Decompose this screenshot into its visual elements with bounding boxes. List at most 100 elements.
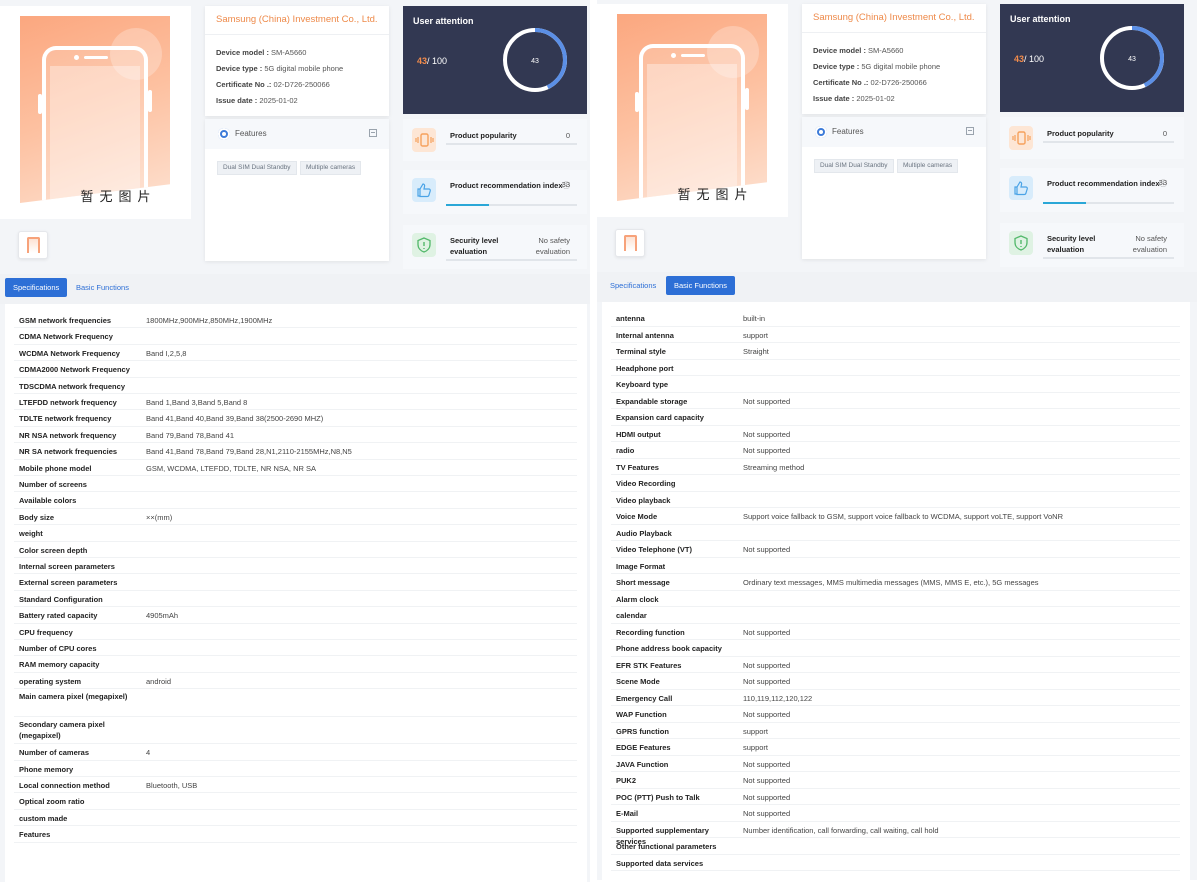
device-model-row: Device model : SM-A5660 (216, 48, 306, 57)
metric-bar (1043, 202, 1174, 204)
metric-recommendation-index: Product recommendation indexⓘ 33 (1000, 168, 1184, 212)
table-row: Emergency Call 110,119,112,120,122 (611, 690, 1180, 706)
table-row: Local connection method Bluetooth, USB (14, 777, 577, 794)
metric-label: Product popularity (450, 131, 517, 140)
row-label: TV Features (616, 462, 659, 472)
issue-date-label: Issue date : (813, 94, 855, 103)
device-type-label: Device type : (216, 64, 263, 73)
row-label: Scene Mode (616, 677, 660, 686)
thumbnail-image[interactable] (615, 229, 645, 257)
no-image-text: 暂无图片 (80, 190, 157, 205)
row-label: Number of CPU cores (19, 644, 97, 653)
row-label: JAVA Function (616, 759, 669, 769)
camera-dot (671, 53, 676, 58)
table-row: Headphone port (611, 360, 1180, 376)
device-model-label: Device model : (216, 48, 269, 57)
row-label: Internal antenna (616, 330, 674, 340)
row-label: Alarm clock (616, 594, 659, 604)
row-label: radio (616, 446, 635, 455)
row-value: Ordinary text messages, MMS multimedia m… (743, 578, 1039, 587)
table-row: Recording function Not supported (611, 624, 1180, 640)
row-label: Number of cameras (19, 748, 90, 758)
tab-basic-functions[interactable]: Basic Functions (666, 276, 735, 295)
row-value: Not supported (743, 792, 791, 802)
row-label: Video Telephone (VT) (616, 545, 692, 554)
side-button-left (38, 94, 42, 114)
device-type-row: Device type : 5G digital mobile phone (813, 62, 940, 71)
device-type-value: 5G digital mobile phone (264, 64, 344, 73)
shield-alert-icon (1009, 231, 1033, 255)
table-row: Secondary camera pixel (megapixel) (14, 717, 577, 745)
attention-score-max: / 100 (427, 56, 448, 66)
row-label: Headphone port (616, 363, 674, 373)
table-row: JAVA Function Not supported (611, 756, 1180, 772)
table-row: External screen parameters (14, 574, 577, 591)
device-type-label: Device type : (813, 62, 860, 71)
row-label: HDMI output (616, 429, 661, 439)
tab-specifications[interactable]: Specifications (602, 276, 664, 295)
company-name[interactable]: Samsung (China) Investment Co., Ltd. (216, 14, 378, 25)
table-row: NR NSA network frequency Band 79,Band 78,… (14, 427, 577, 444)
row-label: GSM network frequencies (19, 316, 112, 325)
table-row: Phone address book capacity (611, 640, 1180, 657)
row-value: Support voice fallback to GSM, support v… (743, 512, 1063, 521)
table-row: E-Mail Not supported (611, 805, 1180, 822)
tab-basic-functions[interactable]: Basic Functions (68, 278, 137, 297)
row-label: NR NSA network frequency (19, 430, 117, 440)
table-row: Voice Mode Support voice fallback to GSM,… (611, 508, 1180, 525)
thumbs-up-icon (412, 178, 436, 202)
attention-score-max: / 100 (1024, 54, 1045, 64)
specifications-table: GSM network frequencies 1800MHz,900MHz,85… (5, 304, 587, 882)
certificate-label: Certificate No .: (216, 80, 272, 89)
table-row: CPU frequency (14, 624, 577, 640)
collapse-icon[interactable] (966, 127, 974, 135)
metric-label: Product popularity (1047, 129, 1114, 138)
gear-icon (815, 126, 827, 138)
row-label: CDMA Network Frequency (19, 332, 113, 342)
row-value: Not supported (743, 776, 791, 785)
table-row: Image Format (611, 558, 1180, 574)
table-row: EDGE Features support (611, 739, 1180, 756)
attention-score-value: 43 (417, 56, 428, 66)
ring-value: 43 (1128, 56, 1136, 63)
side-button-right (148, 90, 152, 112)
spec-page-basic-functions: 暂无图片 Samsung (China) Investment Co., Ltd… (597, 0, 1197, 880)
vibrate-phone-icon (1009, 126, 1033, 150)
table-row: radio Not supported (611, 442, 1180, 459)
row-value: 110,119,112,120,122 (743, 693, 813, 703)
tab-specifications[interactable]: Specifications (5, 278, 68, 297)
issue-date-value: 2025-01-02 (259, 96, 298, 105)
row-label: antenna (616, 314, 645, 323)
row-value: Not supported (743, 545, 791, 554)
speaker-slot (681, 54, 705, 57)
row-value: Not supported (743, 809, 791, 818)
table-row: Audio Playback (611, 525, 1180, 541)
row-label: Phone address book capacity (616, 644, 722, 653)
table-row: PUK2 Not supported (611, 772, 1180, 789)
row-value: Bluetooth, USB (146, 781, 198, 790)
row-value: Band 1,Band 3,Band 5,Band 8 (146, 398, 248, 407)
collapse-icon[interactable] (369, 129, 377, 137)
metric-security-level: Security level evaluation No safety eval… (1000, 223, 1184, 267)
row-value: Straight (743, 347, 769, 356)
row-value: support (743, 330, 769, 340)
certificate-value: 02-D726-250066 (273, 80, 330, 89)
table-row: Other functional parameters (611, 838, 1180, 855)
row-value: Not supported (743, 759, 791, 769)
table-row: Expansion card capacity (611, 409, 1180, 426)
metric-bar (1043, 257, 1174, 259)
table-row: operating system android (14, 673, 577, 690)
tabs-bar: Specifications Basic Functions (597, 272, 1197, 302)
thumbnail-image[interactable] (18, 231, 48, 259)
row-label: Standard Configuration (19, 594, 103, 604)
company-name[interactable]: Samsung (China) Investment Co., Ltd. (813, 12, 975, 23)
table-row: Color screen depth (14, 542, 577, 558)
table-row: Short message Ordinary text messages, MMS… (611, 574, 1180, 591)
feature-tag: Dual SIM Dual Standby (814, 159, 894, 173)
attention-score: 43/ 100 (417, 56, 447, 66)
certificate-value: 02-D726-250066 (870, 78, 927, 87)
row-label: Features (19, 830, 51, 840)
row-value: Not supported (743, 446, 791, 455)
row-label: PUK2 (616, 776, 637, 785)
metric-bar (446, 204, 577, 206)
